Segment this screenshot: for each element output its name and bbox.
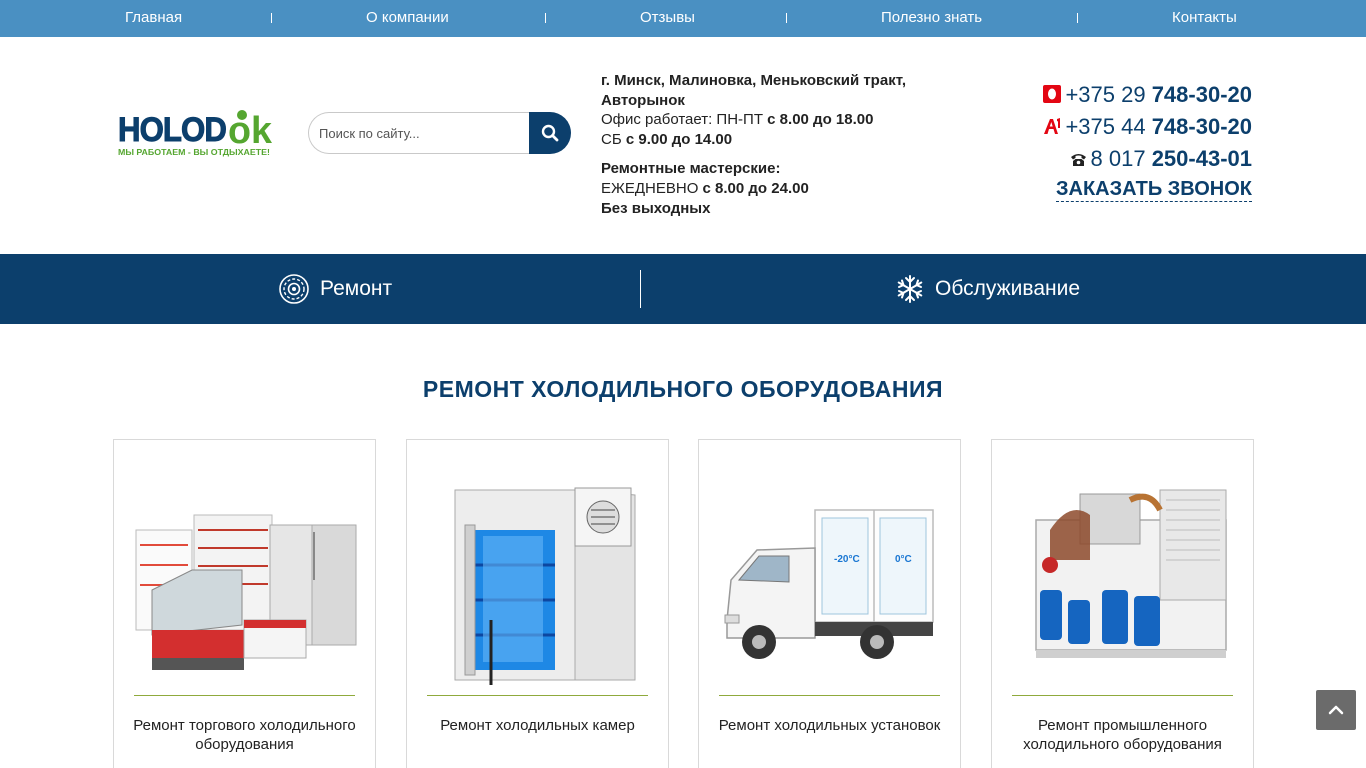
search-input[interactable]: [308, 112, 530, 154]
site-logo[interactable]: HOLOD ok МЫ РАБОТАЕМ - ВЫ ОТДЫХАЕТЕ!: [116, 107, 274, 159]
office-hours-label: Офис работает: ПН-ПТ: [601, 111, 768, 128]
card-divider: [1012, 695, 1233, 696]
nav-separator: [545, 13, 546, 23]
office-hours: Офис работает: ПН-ПТ с 8.00 до 18.00: [601, 111, 873, 128]
phone-mts-prefix: +375 29: [1065, 82, 1152, 107]
phone-landline-number: 250-43-01: [1151, 146, 1252, 171]
nav-item-contacts[interactable]: Контакты: [1172, 0, 1237, 37]
chevron-up-icon: [1328, 705, 1344, 715]
card-title: Ремонт холодильных камер: [440, 717, 635, 734]
landline-phone-icon: [1070, 147, 1087, 173]
services-divider: [640, 270, 641, 308]
service-repair-label: Ремонт: [320, 277, 393, 300]
snowflake-icon: [897, 275, 923, 303]
workshop-hours-value: с 8.00 до 24.00: [702, 180, 809, 197]
card-refrigeration-units[interactable]: -20°C 0°C Ремонт холодильных установок: [698, 439, 961, 768]
workshop-hours-label: ЕЖЕДНЕВНО: [601, 180, 703, 197]
svg-text:МЫ РАБОТАЕМ - ВЫ ОТДЫХАЕТЕ!: МЫ РАБОТАЕМ - ВЫ ОТДЫХАЕТЕ!: [118, 147, 270, 157]
commercial-refrigeration-image: [135, 514, 357, 670]
address-line-1: г. Минск, Малиновка, Меньковский тракт,: [601, 72, 907, 89]
svg-text:HOLOD: HOLOD: [118, 111, 226, 149]
card-cold-rooms[interactable]: Ремонт холодильных камер: [406, 439, 669, 768]
card-title: Ремонт торгового холодильного оборудован…: [133, 717, 356, 753]
card-divider: [134, 695, 355, 696]
saturday-hours: СБ с 9.00 до 14.00: [601, 131, 732, 148]
card-title: Ремонт холодильных установок: [718, 717, 941, 734]
phone-a1-number: 748-30-20: [1151, 114, 1252, 139]
search-button[interactable]: [529, 112, 571, 154]
mts-icon: [1043, 83, 1062, 109]
cold-room-image: [454, 487, 636, 685]
service-maintenance[interactable]: Обслуживание: [895, 254, 1080, 324]
repair-gear-icon: [279, 274, 309, 304]
no-days-off: Без выходных: [601, 200, 711, 217]
card-commercial-equipment[interactable]: Ремонт торгового холодильного оборудован…: [113, 439, 376, 768]
service-repair[interactable]: Ремонт: [278, 254, 392, 324]
card-divider: [719, 695, 940, 696]
card-industrial-equipment[interactable]: Ремонт промышленного холодильного оборуд…: [991, 439, 1254, 768]
logo-image: HOLOD ok МЫ РАБОТАЕМ - ВЫ ОТДЫХАЕТЕ!: [118, 110, 273, 157]
order-call-link[interactable]: ЗАКАЗАТЬ ЗВОНОК: [1056, 178, 1252, 202]
office-hours-value: с 8.00 до 18.00: [767, 111, 874, 128]
card-divider: [427, 695, 648, 696]
card-title: Ремонт промышленного холодильного оборуд…: [1023, 717, 1222, 753]
nav-separator: [1077, 13, 1078, 23]
freezer-temp-label: -20°C: [834, 554, 860, 565]
phone-a1[interactable]: +375 44 748-30-20: [1043, 114, 1252, 141]
search-icon: [541, 124, 559, 142]
nav-item-reviews[interactable]: Отзывы: [640, 0, 695, 37]
services-bar: Ремонт Обслуживание: [0, 254, 1366, 324]
chiller-temp-label: 0°C: [895, 554, 912, 565]
section-title: РЕМОНТ ХОЛОДИЛЬНОГО ОБОРУДОВАНИЯ: [422, 376, 944, 402]
service-maintenance-label: Обслуживание: [935, 277, 1081, 300]
workshops-label: Ремонтные мастерские:: [601, 160, 781, 177]
phone-mts-number: 748-30-20: [1151, 82, 1252, 107]
nav-item-about[interactable]: О компании: [366, 0, 449, 37]
phone-mts[interactable]: +375 29 748-30-20: [1043, 82, 1252, 109]
phone-landline[interactable]: 8 017 250-43-01: [1070, 146, 1252, 173]
nav-separator: [271, 13, 272, 23]
nav-item-useful[interactable]: Полезно знать: [881, 0, 982, 37]
nav-separator: [786, 13, 787, 23]
workshop-hours: ЕЖЕДНЕВНО с 8.00 до 24.00: [601, 180, 809, 197]
saturday-hours-label: СБ: [601, 131, 626, 148]
industrial-unit-image: [1035, 489, 1227, 658]
address-line-2: Авторынок: [601, 92, 685, 109]
svg-text:ok: ok: [228, 110, 273, 152]
refrigerated-truck-image: -20°C 0°C: [724, 509, 934, 659]
saturday-hours-value: с 9.00 до 14.00: [625, 131, 733, 148]
phone-a1-prefix: +375 44: [1065, 114, 1152, 139]
a1-icon: [1043, 115, 1061, 141]
phone-landline-prefix: 8 017: [1090, 146, 1152, 171]
top-navigation: Главная О компании Отзывы Полезно знать …: [0, 0, 1366, 37]
back-to-top-button[interactable]: [1316, 690, 1356, 730]
nav-item-home[interactable]: Главная: [125, 0, 182, 37]
